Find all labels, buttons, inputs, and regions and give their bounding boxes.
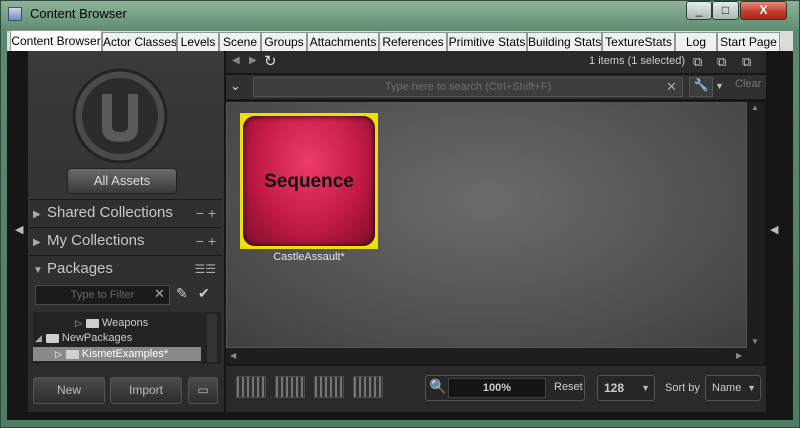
tab-primitive-stats[interactable]: Primitive Stats (447, 32, 527, 51)
horizontal-scrollbar[interactable] (226, 348, 747, 364)
collapse-arrow-icon: ▼ (33, 265, 43, 276)
tree-item-label: KismetExamples* (81, 348, 169, 360)
package-tree: ▷ Weapons ◢ NewPackages ▷ KismetExamples* (33, 312, 221, 364)
unreal-logo-icon (72, 68, 168, 164)
clear-filter-icon[interactable]: ✕ (154, 286, 165, 302)
tab-attachments[interactable]: Attachments (307, 32, 379, 51)
collapse-left-arrow-icon[interactable]: ◀ (15, 223, 23, 236)
folder-icon (65, 349, 79, 359)
asset-name: CastleAssault* (273, 251, 345, 263)
tab-texture-stats[interactable]: TextureStats (602, 32, 675, 51)
tree-scrollbar[interactable] (207, 314, 217, 362)
tree-item-label: NewPackages (61, 332, 133, 344)
tab-levels[interactable]: Levels (177, 32, 219, 51)
collapse-right-arrow-icon[interactable]: ◀ (770, 223, 778, 236)
package-filter-input[interactable]: Type to Filter (35, 285, 170, 305)
expand-filter-icon[interactable]: ⌄ (230, 78, 241, 94)
import-button[interactable]: Import (110, 377, 182, 404)
expand-arrow-icon: ▶ (33, 237, 41, 248)
open-folder-button[interactable]: ▭ (188, 377, 218, 404)
chevron-down-icon: ▼ (747, 383, 756, 393)
add-remove-icon[interactable]: − + (196, 228, 216, 254)
shared-collections-label: Shared Collections (47, 204, 173, 221)
back-arrow-icon[interactable]: ◀ (232, 55, 240, 66)
tree-item-kismetexamples[interactable]: ▷ KismetExamples* (33, 347, 201, 361)
expand-arrow-icon: ▶ (33, 209, 41, 220)
add-remove-icon[interactable]: − + (196, 200, 216, 226)
clear-button[interactable]: Clear (735, 78, 761, 90)
close-button[interactable]: X (740, 1, 787, 20)
sort-by-select[interactable]: Name ▼ (705, 375, 761, 401)
forward-arrow-icon[interactable]: ▶ (249, 55, 257, 66)
asset-thumbnail[interactable]: Sequence (240, 113, 378, 249)
search-input[interactable]: Type here to search (Ctrl+Shift+F) (253, 77, 683, 97)
wrench-icon[interactable]: 🔧 (689, 77, 713, 97)
scroll-left-icon[interactable]: ◀ (230, 351, 236, 360)
tree-item-weapons[interactable]: ▷ Weapons (75, 316, 251, 330)
thumbnail-size-value: 128 (604, 381, 625, 395)
scroll-right-icon[interactable]: ▶ (736, 351, 742, 360)
chevron-down-icon: ▼ (641, 383, 650, 393)
shared-collections-header[interactable]: ▶ Shared Collections − + (30, 199, 222, 225)
maximize-button[interactable]: □ (712, 1, 739, 20)
vertical-scrollbar[interactable] (747, 102, 765, 364)
clear-search-icon[interactable]: ✕ (666, 79, 677, 95)
packages-header[interactable]: ▼ Packages ☰☰ (30, 255, 222, 281)
checkmark-icon[interactable]: ✔ (198, 285, 210, 302)
sort-by-value: Name (712, 382, 742, 394)
selection-count: 1 items (1 selected) (589, 55, 685, 67)
scroll-up-icon[interactable]: ▲ (751, 103, 759, 112)
folder-icon: ▭ (197, 383, 209, 397)
view-mode-icon[interactable]: ☰☰ (194, 256, 216, 282)
thumbnail-label: Sequence (264, 171, 354, 192)
view-2-col-icon[interactable] (275, 376, 305, 398)
refresh-icon[interactable]: ↻ (264, 52, 277, 70)
tab-actor-classes[interactable]: Actor Classes (102, 32, 177, 51)
panel-close-icon[interactable]: ⧉ (742, 54, 751, 70)
tree-item-label: Weapons (101, 317, 149, 329)
sort-by-label: Sort by (665, 382, 700, 394)
tab-start-page[interactable]: Start Page (717, 32, 780, 51)
search-options-dropdown-icon[interactable]: ▼ (715, 81, 724, 91)
sequence-thumbnail-image: Sequence (243, 116, 375, 246)
scroll-down-icon[interactable]: ▼ (751, 337, 759, 346)
view-4-col-icon[interactable] (353, 376, 383, 398)
tab-scene[interactable]: Scene (219, 32, 261, 51)
tree-item-newpackages[interactable]: ◢ NewPackages (35, 331, 211, 345)
magnifier-icon: 🔍 (429, 378, 447, 394)
zoom-value[interactable]: 100% (448, 378, 546, 398)
folder-icon (45, 333, 59, 343)
app-icon (8, 7, 22, 21)
new-button[interactable]: New (33, 377, 105, 404)
window-title: Content Browser (30, 6, 127, 21)
float-window-icon[interactable]: ⧉ (717, 54, 726, 70)
view-1-col-icon[interactable] (236, 376, 266, 398)
tab-building-stats[interactable]: Building Stats (527, 32, 602, 51)
my-collections-header[interactable]: ▶ My Collections − + (30, 227, 222, 253)
top-toolbar (226, 51, 766, 73)
pencil-icon[interactable]: ✎ (176, 285, 188, 302)
tab-content-browser[interactable]: Content Browser (10, 30, 102, 52)
tab-log[interactable]: Log (675, 32, 717, 51)
packages-label: Packages (47, 260, 113, 277)
tab-references[interactable]: References (379, 32, 447, 51)
zoom-reset-button[interactable]: Reset (554, 381, 583, 393)
minimize-button[interactable]: _ (686, 1, 712, 20)
folder-icon (85, 318, 99, 328)
tab-groups[interactable]: Groups (261, 32, 307, 51)
all-assets-button[interactable]: All Assets (67, 168, 177, 194)
thumbnail-size-select[interactable]: 128 ▼ (597, 375, 655, 401)
new-window-icon[interactable]: ⧉ (693, 54, 702, 70)
view-3-col-icon[interactable] (314, 376, 344, 398)
my-collections-label: My Collections (47, 232, 145, 249)
